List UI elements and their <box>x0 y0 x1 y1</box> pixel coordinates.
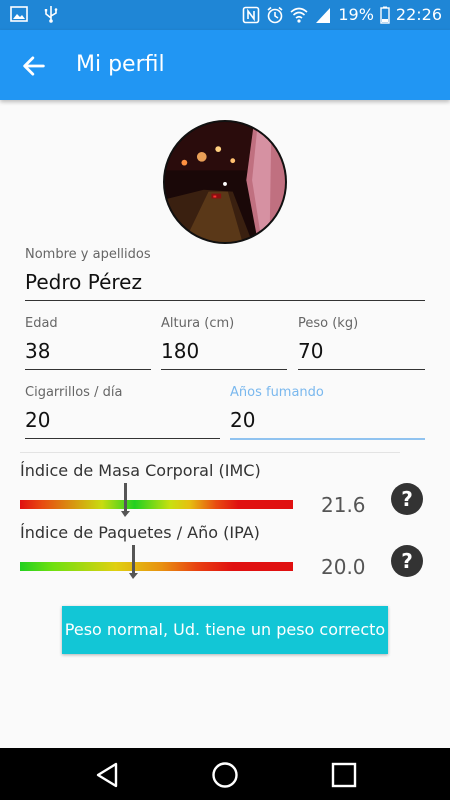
status-bar: 19% 22:26 <box>0 0 450 30</box>
name-input[interactable]: Pedro Pérez <box>25 270 425 301</box>
name-label: Nombre y apellidos <box>25 247 151 262</box>
years-smoking-field: Años fumando 20 <box>230 385 425 440</box>
ipa-marker <box>129 545 139 579</box>
arrow-left-icon <box>20 56 48 84</box>
ipa-title: Índice de Paquetes / Año (IPA) <box>20 523 260 542</box>
cigarettes-field: Cigarrillos / día 20 <box>25 385 220 439</box>
divider <box>20 452 400 453</box>
app-bar: Mi perfil <box>0 30 450 100</box>
signal-icon <box>314 6 332 24</box>
age-field: Edad 38 <box>25 316 151 370</box>
battery-percent: 19% <box>338 5 374 24</box>
alarm-icon <box>266 6 284 24</box>
imc-title: Índice de Masa Corporal (IMC) <box>20 461 261 480</box>
height-input[interactable]: 180 <box>161 339 287 370</box>
triangle-back-icon <box>92 762 122 794</box>
navigation-bar <box>0 748 450 800</box>
usb-icon <box>42 5 60 23</box>
clock: 22:26 <box>395 5 442 24</box>
imc-marker <box>121 483 131 517</box>
page-title: Mi perfil <box>76 52 165 77</box>
battery-icon <box>380 6 390 24</box>
imc-value: 21.6 <box>321 493 366 517</box>
cigarettes-input[interactable]: 20 <box>25 408 220 439</box>
weight-input[interactable]: 70 <box>298 339 425 370</box>
nav-recents-button[interactable] <box>329 760 359 790</box>
result-button[interactable]: Peso normal, Ud. tiene un peso correcto <box>62 606 388 654</box>
age-label: Edad <box>25 316 58 331</box>
nfc-icon <box>242 6 260 24</box>
height-label: Altura (cm) <box>161 316 235 331</box>
ipa-value: 20.0 <box>321 555 366 579</box>
years-smoking-label: Años fumando <box>230 385 324 400</box>
weight-label: Peso (kg) <box>298 316 359 331</box>
wifi-icon <box>290 6 308 24</box>
back-button[interactable] <box>20 52 48 80</box>
imc-help-button[interactable]: ? <box>391 483 423 515</box>
square-recents-icon <box>329 762 359 794</box>
years-smoking-input[interactable]: 20 <box>230 408 425 440</box>
nav-home-button[interactable] <box>210 760 240 790</box>
question-mark-icon: ? <box>401 487 413 511</box>
question-mark-icon: ? <box>401 549 413 573</box>
profile-avatar[interactable] <box>163 120 287 244</box>
name-field: Nombre y apellidos Pedro Pérez <box>25 247 425 301</box>
gallery-notification-icon <box>10 5 28 23</box>
age-input[interactable]: 38 <box>25 339 151 370</box>
nav-back-button[interactable] <box>92 760 122 790</box>
weight-field: Peso (kg) 70 <box>298 316 425 370</box>
circle-home-icon <box>210 762 240 794</box>
ipa-scale-bar <box>20 562 293 571</box>
ipa-help-button[interactable]: ? <box>391 545 423 577</box>
imc-scale-bar <box>20 500 293 509</box>
cigarettes-label: Cigarrillos / día <box>25 385 123 400</box>
height-field: Altura (cm) 180 <box>161 316 287 370</box>
